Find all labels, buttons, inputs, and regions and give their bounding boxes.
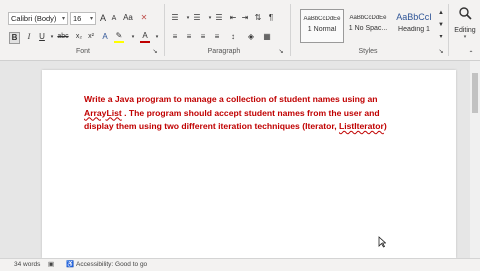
chevron-down-icon[interactable]: ▾ [128,32,138,42]
accessibility-status[interactable]: Accessibility: Good to go [76,259,147,270]
line-spacing-icon[interactable]: ↕ [228,32,238,42]
text-effects-button[interactable]: A [100,32,110,42]
document-line: Write a Java program to manage a collect… [84,94,378,104]
styles-more-icon[interactable]: ▾ [436,32,446,42]
dialog-launcher-icon[interactable]: ↘ [276,47,286,57]
numbering-icon[interactable]: ☰ [192,13,202,23]
chevron-down-icon: ▾ [89,16,93,22]
show-formatting-button[interactable]: ¶ [266,13,276,23]
group-divider [164,4,165,56]
highlight-button[interactable]: ✎ [114,31,124,41]
font-color-button[interactable]: A [140,31,150,41]
shrink-font-button[interactable]: A [109,14,119,24]
styles-scroll-up-icon[interactable]: ▲ [436,8,446,18]
paragraph-group-label: Paragraph [207,48,241,55]
decrease-indent-icon[interactable]: ⇤ [228,13,238,23]
misspelled-word: ListIterator [338,121,384,131]
chevron-down-icon: ▾ [61,16,65,22]
style-preview: AaBbCcDdEe [303,16,341,22]
change-case-button[interactable]: Aa [121,13,135,23]
vertical-scrollbar[interactable] [470,61,480,258]
font-name-value: Calibri (Body) [11,14,57,23]
style-preview: AaBbCcDdEe [349,15,387,21]
editing-label: Editing [454,27,476,34]
document-area: Write a Java program to manage a collect… [0,61,480,258]
style-normal[interactable]: AaBbCcDdEe 1 Normal [300,9,344,43]
clear-formatting-icon[interactable]: ✕ [139,13,149,23]
scrollbar-thumb[interactable] [472,73,478,113]
font-color-bar [140,41,150,43]
strikethrough-button[interactable]: abc [56,32,70,42]
styles-group-label: Styles [358,48,378,55]
collapse-ribbon-icon[interactable]: ⌃ [466,49,476,59]
word-count[interactable]: 34 words [14,259,40,270]
multilevel-list-icon[interactable]: ☰ [214,13,224,23]
subscript-button[interactable]: x₂ [74,32,84,42]
styles-scroll-down-icon[interactable]: ▼ [436,20,446,30]
borders-icon[interactable]: ▦ [262,32,272,42]
sort-icon[interactable]: ⇅ [253,13,263,23]
superscript-button[interactable]: x² [86,32,96,42]
dialog-launcher-icon[interactable]: ↘ [436,47,446,57]
justify-icon[interactable]: ≡ [212,32,222,42]
increase-indent-icon[interactable]: ⇥ [240,13,250,23]
grow-font-button[interactable]: A [98,13,108,23]
align-right-icon[interactable]: ≡ [198,32,208,42]
font-name-dropdown[interactable]: Calibri (Body) ▾ [8,12,68,25]
style-heading-1[interactable]: AaBbCcI Heading 1 [392,9,436,43]
align-left-icon[interactable]: ≡ [170,32,180,42]
highlight-color-bar [114,41,124,43]
align-center-icon[interactable]: ≡ [184,32,194,42]
underline-button[interactable]: U [37,32,47,42]
shading-icon[interactable]: ◈ [246,32,256,42]
style-no-spacing[interactable]: AaBbCcDdEe 1 No Spac... [346,9,390,43]
highlighter-icon: ✎ [115,31,123,40]
ribbon: Calibri (Body) ▾ 16 ▾ A A Aa ✕ B I U ▾ a… [0,0,480,61]
style-name: 1 Normal [307,26,337,33]
style-name: 1 No Spac... [348,25,388,32]
proofing-icon[interactable]: ▣ [48,259,54,270]
group-divider [290,4,291,56]
text-run: display them using two different iterati… [84,121,339,131]
bold-button[interactable]: B [9,32,20,44]
style-preview: AaBbCcI [396,12,432,22]
group-divider [448,4,449,56]
chevron-down-icon[interactable]: ▾ [152,32,162,42]
editing-button[interactable]: Editing ▾ [451,6,479,50]
text-run: . The program should accept student name… [121,107,380,118]
italic-button[interactable]: I [24,32,34,42]
font-size-dropdown[interactable]: 16 ▾ [70,12,96,25]
document-page[interactable]: Write a Java program to manage a collect… [42,70,456,258]
document-body[interactable]: Write a Java program to manage a collect… [84,93,424,134]
style-name: Heading 1 [398,26,430,33]
misspelled-word: ArrayList [84,107,122,118]
status-bar: 34 words ▣ ♿ Accessibility: Good to go [0,258,480,271]
accessibility-icon[interactable]: ♿ [66,259,74,270]
magnifier-icon [459,7,472,20]
bullets-icon[interactable]: ☰ [170,13,180,23]
mouse-cursor-icon [378,236,386,248]
dialog-launcher-icon[interactable]: ↘ [150,47,160,57]
chevron-down-icon: ▾ [463,34,467,40]
text-run: ) [383,121,387,131]
document-line: ArrayList . The program should accept st… [84,107,424,121]
font-size-value: 16 [73,14,82,23]
font-group-label: Font [75,48,90,55]
document-line: display them using two different iterati… [84,120,424,134]
